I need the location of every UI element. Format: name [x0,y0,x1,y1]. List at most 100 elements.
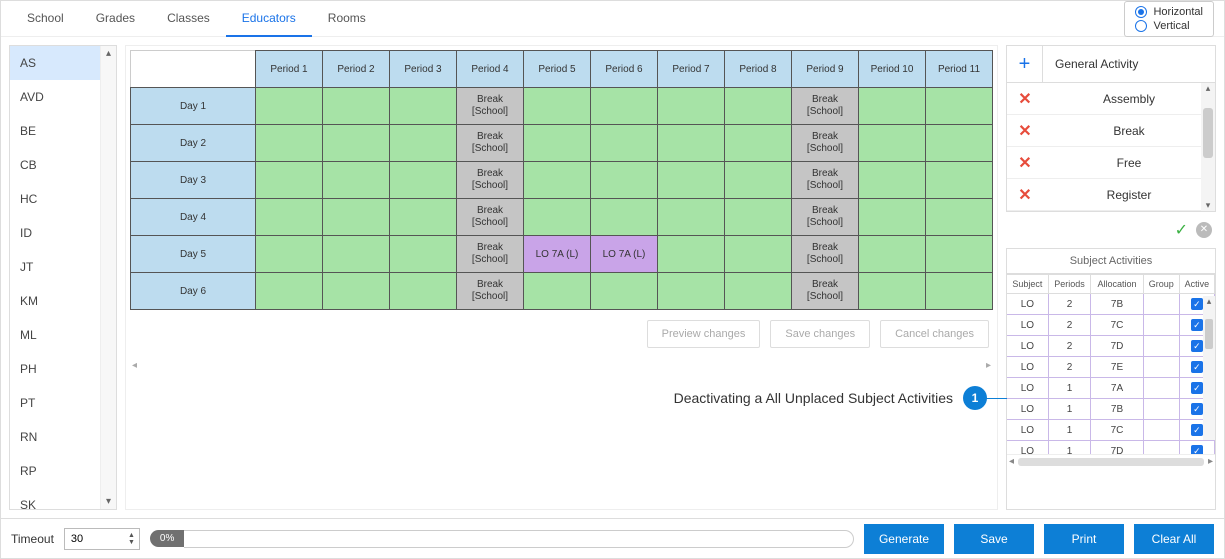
table-row[interactable]: LO17C✓ [1007,420,1215,441]
table-row[interactable]: LO27B✓ [1007,294,1215,315]
timetable-cell[interactable] [323,88,390,125]
timetable-cell[interactable] [256,199,323,236]
timeout-input[interactable] [69,532,117,546]
timetable-cell[interactable] [926,162,993,199]
timetable-cell[interactable] [390,88,457,125]
tab-school[interactable]: School [11,1,80,37]
timetable-cell[interactable]: LO 7A (L) [591,236,658,273]
timetable-cell[interactable] [658,88,725,125]
timetable-cell[interactable] [725,88,792,125]
timetable-cell[interactable] [725,273,792,310]
checkbox-checked-icon[interactable]: ✓ [1191,445,1203,454]
timetable-cell[interactable] [256,273,323,310]
timetable-cell[interactable]: Break[School] [457,88,524,125]
timetable-cell[interactable] [859,125,926,162]
checkbox-checked-icon[interactable]: ✓ [1191,361,1203,373]
scroll-left-icon[interactable]: ◂ [132,360,137,371]
timetable-cell[interactable] [390,273,457,310]
general-activity-item[interactable]: ✕Break [1007,115,1215,147]
timetable-cell[interactable] [323,199,390,236]
timetable-cell[interactable] [859,273,926,310]
sidebar-item-ph[interactable]: PH [10,352,100,386]
timetable-cell[interactable] [725,236,792,273]
table-row[interactable]: LO17B✓ [1007,399,1215,420]
scroll-up-icon[interactable]: ▴ [1206,83,1211,94]
sa-scrollbar[interactable]: ▴ [1203,296,1215,440]
tab-classes[interactable]: Classes [151,1,226,37]
timetable-cell[interactable] [256,162,323,199]
add-activity-button[interactable]: + [1007,46,1043,82]
timetable-cell[interactable]: Break[School] [792,125,859,162]
preview-changes-button[interactable]: Preview changes [647,320,761,348]
print-button[interactable]: Print [1044,524,1124,554]
timetable-cell[interactable] [725,125,792,162]
table-row[interactable]: LO17A✓ [1007,378,1215,399]
scroll-thumb[interactable] [1203,108,1213,158]
tab-rooms[interactable]: Rooms [312,1,382,37]
timetable-cell[interactable] [591,162,658,199]
sa-active-cell[interactable]: ✓ [1179,441,1214,455]
scroll-right-icon[interactable]: ▸ [986,360,991,371]
timetable-cell[interactable] [658,162,725,199]
timetable-cell[interactable] [725,162,792,199]
sidebar-item-avd[interactable]: AVD [10,80,100,114]
timetable-cell[interactable] [859,162,926,199]
timetable-cell[interactable] [658,273,725,310]
timetable-cell[interactable] [323,273,390,310]
remove-icon[interactable]: ✕ [1007,153,1043,173]
sidebar-item-rp[interactable]: RP [10,454,100,488]
checkbox-checked-icon[interactable]: ✓ [1191,424,1203,436]
timetable-cell[interactable]: Break[School] [792,236,859,273]
spinner-up-icon[interactable]: ▲ [128,532,135,539]
sidebar-item-cb[interactable]: CB [10,148,100,182]
scroll-right-icon[interactable]: ▸ [1208,456,1213,467]
timetable-cell[interactable] [390,162,457,199]
generate-button[interactable]: Generate [864,524,944,554]
timetable-cell[interactable] [658,236,725,273]
horizontal-scrollbar[interactable]: ◂ ▸ [130,358,993,372]
sidebar-item-pt[interactable]: PT [10,386,100,420]
table-row[interactable]: LO17D✓ [1007,441,1215,455]
timetable-cell[interactable] [256,236,323,273]
table-row[interactable]: LO27E✓ [1007,357,1215,378]
timetable-cell[interactable]: Break[School] [457,199,524,236]
ga-scrollbar[interactable]: ▴ ▾ [1201,83,1215,211]
timetable-cell[interactable]: Break[School] [792,273,859,310]
timetable-cell[interactable]: Break[School] [792,88,859,125]
timetable-cell[interactable] [591,125,658,162]
remove-icon[interactable]: ✕ [1007,185,1043,205]
timetable-cell[interactable] [859,236,926,273]
orientation-horizontal[interactable]: Horizontal [1135,6,1203,18]
timetable-cell[interactable] [926,236,993,273]
timetable-cell[interactable]: LO 7A (L) [524,236,591,273]
scroll-up-icon[interactable]: ▴ [106,46,111,61]
general-activity-item[interactable]: ✕Assembly [1007,83,1215,115]
timetable-cell[interactable]: Break[School] [457,236,524,273]
general-activity-item[interactable]: ✕Register [1007,179,1215,211]
timetable-cell[interactable] [390,125,457,162]
cancel-icon[interactable]: ✕ [1196,222,1212,238]
timetable-cell[interactable] [256,88,323,125]
sidebar-item-km[interactable]: KM [10,284,100,318]
scroll-thumb[interactable] [1205,319,1213,349]
confirm-icon[interactable]: ✓ [1175,220,1188,240]
timetable-cell[interactable] [390,199,457,236]
sidebar-item-as[interactable]: AS [10,46,100,80]
timetable-cell[interactable] [926,199,993,236]
timetable-cell[interactable] [725,199,792,236]
sa-horizontal-scrollbar[interactable]: ◂ ▸ [1007,454,1215,468]
timetable-cell[interactable]: Break[School] [457,125,524,162]
save-button[interactable]: Save [954,524,1034,554]
timetable-cell[interactable] [926,125,993,162]
timetable-cell[interactable] [524,273,591,310]
timetable-cell[interactable] [591,273,658,310]
checkbox-checked-icon[interactable]: ✓ [1191,340,1203,352]
remove-icon[interactable]: ✕ [1007,121,1043,141]
tab-educators[interactable]: Educators [226,1,312,37]
sidebar-item-id[interactable]: ID [10,216,100,250]
timetable-cell[interactable]: Break[School] [457,162,524,199]
sidebar-item-be[interactable]: BE [10,114,100,148]
timetable-cell[interactable] [524,199,591,236]
sidebar-item-rn[interactable]: RN [10,420,100,454]
scroll-down-icon[interactable]: ▾ [1206,200,1211,211]
